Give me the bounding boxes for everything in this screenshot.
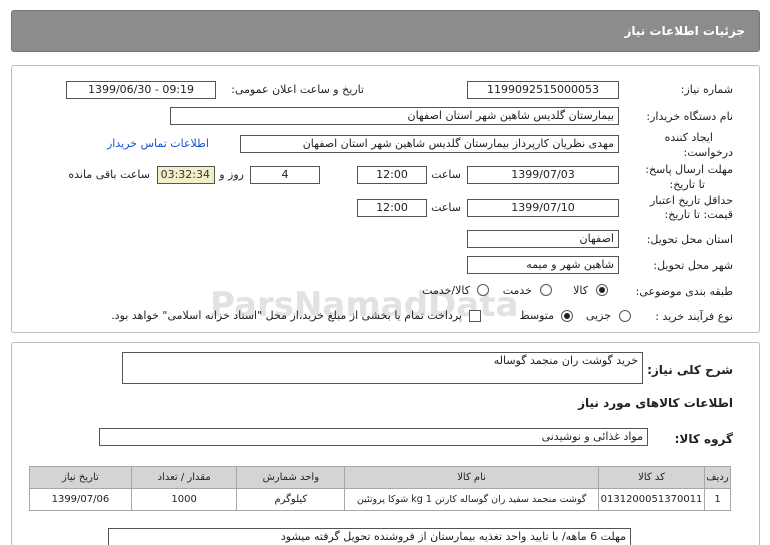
creator-label-2: درخواست: — [683, 146, 733, 159]
col-date-header: تاریخ نیاز — [29, 466, 132, 489]
days-remaining-field: 4 — [250, 166, 320, 184]
announce-date-label: تاریخ و ساعت اعلان عمومی: — [231, 83, 364, 96]
category-radio-service[interactable] — [540, 284, 552, 296]
buyer-org-field: بیمارستان گلدیس شاهین شهر استان اصفهان — [170, 107, 619, 125]
need-number-field: 1199092515000053 — [467, 81, 619, 99]
treasury-payment-checkbox[interactable] — [469, 310, 481, 322]
validity-date-field: 1399/07/10 — [467, 199, 619, 217]
col-code-header: کد کالا — [598, 466, 706, 489]
validity-time-field: 12:00 — [357, 199, 427, 217]
creator-label-1: ایجاد کننده — [664, 131, 713, 144]
creator-field: مهدی نظریان کارپرداز بیمارستان گلدیس شاه… — [240, 135, 619, 153]
province-label: استان محل تحویل: — [646, 233, 733, 246]
row-unit: کیلوگرم — [236, 488, 346, 511]
need-number-label: شماره نیاز: — [680, 83, 733, 96]
row-code: 0131200051370011 — [598, 488, 706, 511]
process-radio-minor[interactable] — [619, 310, 631, 322]
category-radio-goods-service[interactable] — [477, 284, 489, 296]
deadline-date-field: 1399/07/03 — [467, 166, 619, 184]
buyer-note-field: مهلت 6 ماهه/ با تایید واحد تغذیه بیمارست… — [108, 528, 631, 545]
table-row: 1 0131200051370011 گوشت منجمد سفید ران گ… — [29, 488, 731, 511]
process-option-medium: متوسط — [519, 309, 554, 322]
col-quantity-header: مقدار / تعداد — [130, 466, 238, 489]
validity-label-2: قیمت: تا تاریخ: — [664, 208, 733, 221]
col-row-header: ردیف — [704, 466, 731, 489]
treasury-payment-note: پرداخت تمام یا بخشی از مبلغ خرید،از محل … — [111, 309, 462, 322]
goods-group-field: مواد غذائی و نوشیدنی — [99, 428, 648, 446]
remaining-time-field: 03:32:34 — [157, 166, 215, 184]
goods-table: ردیف کد کالا نام کالا واحد شمارش مقدار /… — [29, 466, 731, 511]
days-label: روز و — [219, 168, 244, 181]
category-option-goods-service: کالا/خدمت — [422, 284, 470, 297]
validity-label-1: حداقل تاریخ اعتبار — [649, 194, 733, 207]
remaining-time-label: ساعت باقی مانده — [68, 168, 150, 181]
buyer-contact-link[interactable]: اطلاعات تماس خریدار — [107, 137, 209, 150]
province-field: اصفهان — [467, 230, 619, 248]
process-type-label: نوع فرآیند خرید : — [655, 310, 733, 323]
row-index: 1 — [704, 488, 731, 511]
goods-group-label: گروه کالا: — [674, 432, 733, 446]
page-title: جزئیات اطلاعات نیاز — [624, 24, 745, 38]
process-radio-medium[interactable] — [561, 310, 573, 322]
category-option-goods: کالا — [573, 284, 588, 297]
goods-table-header: ردیف کد کالا نام کالا واحد شمارش مقدار /… — [29, 466, 731, 489]
description-label: شرح کلی نیاز: — [647, 363, 733, 377]
row-date: 1399/07/06 — [29, 488, 132, 511]
col-unit-header: واحد شمارش — [236, 466, 346, 489]
announce-date-field: 1399/06/30 - 09:19 — [66, 81, 216, 99]
category-option-service: خدمت — [502, 284, 532, 297]
goods-info-title: اطلاعات کالاهای مورد نیاز — [578, 396, 733, 410]
row-quantity: 1000 — [130, 488, 238, 511]
col-name-header: نام کالا — [344, 466, 600, 489]
deadline-label-2: تا تاریخ: — [669, 178, 705, 191]
city-field: شاهین شهر و میمه — [467, 256, 619, 274]
validity-time-label: ساعت — [431, 201, 461, 214]
deadline-label-1: مهلت ارسال پاسخ: — [645, 163, 733, 176]
city-label: شهر محل تحویل: — [653, 259, 733, 272]
deadline-time-field: 12:00 — [357, 166, 427, 184]
buyer-org-label: نام دستگاه خریدار: — [646, 110, 733, 123]
category-radio-goods[interactable] — [596, 284, 608, 296]
category-label: طبقه بندی موضوعی: — [635, 285, 733, 298]
deadline-time-label: ساعت — [431, 168, 461, 181]
page-header: جزئیات اطلاعات نیاز — [11, 10, 760, 52]
row-name: گوشت منجمد سفید ران گوساله کارتن kg 1 شو… — [344, 488, 600, 511]
description-field: خرید گوشت ران منجمد گوساله — [122, 352, 643, 384]
process-option-minor: جزیی — [585, 309, 611, 322]
